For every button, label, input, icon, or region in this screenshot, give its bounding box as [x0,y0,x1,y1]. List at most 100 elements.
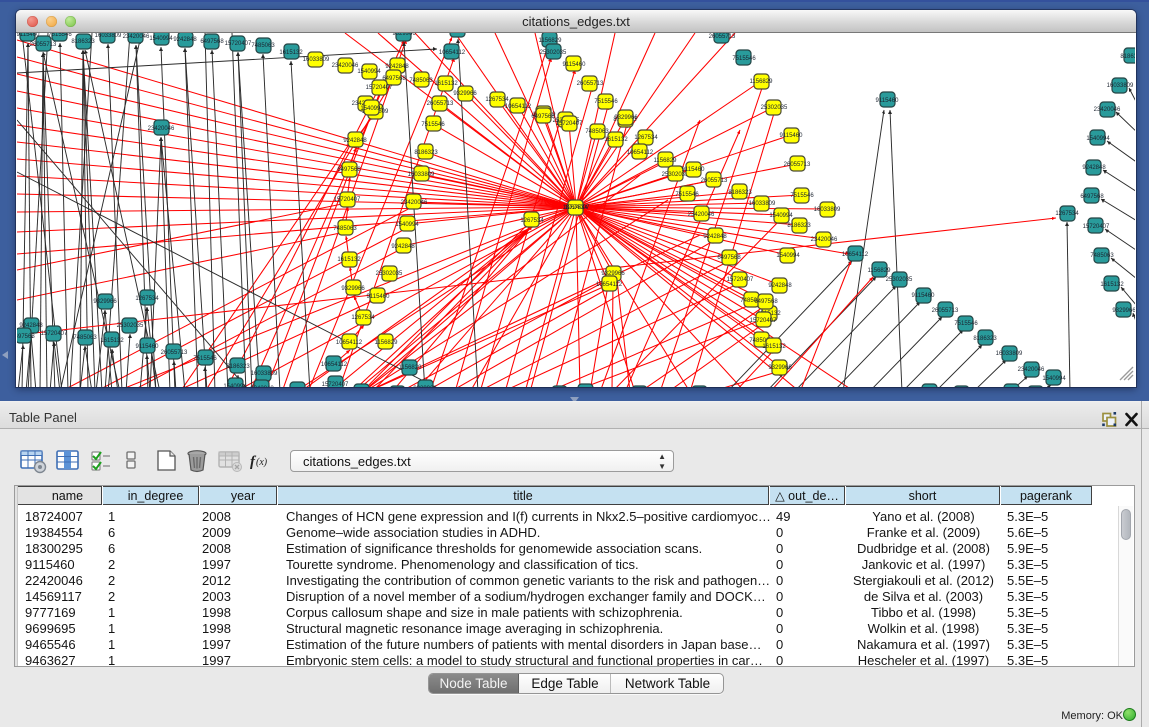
svg-text:16033809: 16033809 [251,371,278,377]
svg-text:1267534: 1267534 [446,33,470,34]
svg-text:16033809: 16033809 [996,351,1023,357]
svg-text:23420046: 23420046 [1094,107,1121,113]
svg-text:9115460: 9115460 [136,344,160,350]
svg-text:26055713: 26055713 [30,42,57,48]
svg-text:1156829: 1156829 [539,38,563,44]
svg-text:1267534: 1267534 [135,296,159,302]
svg-text:6497568: 6497568 [531,114,555,120]
svg-text:9329966: 9329966 [93,299,117,305]
svg-text:1540994: 1540994 [769,213,793,219]
svg-text:7515546: 7515546 [421,122,445,128]
svg-text:9115460: 9115460 [912,293,936,299]
svg-text:6497568: 6497568 [337,167,361,173]
svg-text:25302035: 25302035 [376,271,403,277]
svg-text:15720407: 15720407 [556,121,583,127]
svg-text:6497568: 6497568 [200,39,224,45]
svg-text:8186323: 8186323 [226,364,250,370]
svg-text:10654112: 10654112 [321,362,348,368]
svg-text:7485063: 7485063 [585,129,609,135]
svg-text:7515546: 7515546 [732,56,756,62]
svg-text:7515546: 7515546 [954,321,978,327]
svg-text:8186323: 8186323 [1120,54,1135,60]
svg-text:10654112: 10654112 [336,340,363,346]
svg-text:10654112: 10654112 [627,150,654,156]
svg-text:1540994: 1540994 [395,222,419,228]
svg-text:9115460: 9115460 [682,167,706,173]
svg-text:25302035: 25302035 [761,105,788,111]
svg-text:15720407: 15720407 [41,331,68,337]
svg-text:9329966: 9329966 [392,33,416,37]
svg-text:8186323: 8186323 [973,336,997,342]
svg-text:25302035: 25302035 [117,323,144,329]
svg-text:10654112: 10654112 [596,282,623,288]
svg-text:26055713: 26055713 [427,101,454,107]
svg-text:1615132: 1615132 [279,50,303,56]
svg-text:15720407: 15720407 [225,41,252,47]
svg-text:9329966: 9329966 [1112,308,1135,314]
svg-text:1267534: 1267534 [485,97,509,103]
svg-text:1615132: 1615132 [762,344,786,350]
svg-text:1540994: 1540994 [1086,136,1110,142]
svg-text:6497568: 6497568 [717,255,741,261]
svg-text:1156829: 1156829 [750,79,774,85]
svg-text:1615132: 1615132 [604,137,628,143]
svg-text:9115460: 9115460 [563,62,587,68]
svg-text:1267534: 1267534 [1055,211,1079,217]
svg-text:8186323: 8186323 [71,39,95,45]
svg-text:25302035: 25302035 [886,277,913,283]
svg-text:7485063: 7485063 [333,226,357,232]
svg-text:7485063: 7485063 [73,335,97,341]
svg-text:23420046: 23420046 [688,212,715,218]
svg-text:23420046: 23420046 [332,63,359,69]
svg-text:1615132: 1615132 [100,338,124,344]
svg-text:9242848: 9242848 [768,283,792,289]
svg-text:1540994: 1540994 [149,36,173,42]
svg-text:9242848: 9242848 [703,234,727,240]
svg-text:9115460: 9115460 [780,133,804,139]
svg-text:10654112: 10654112 [842,252,869,258]
svg-text:15720407: 15720407 [322,382,349,387]
svg-text:15720407: 15720407 [727,277,754,283]
svg-text:9242848: 9242848 [250,386,274,387]
svg-text:18724007: 18724007 [563,205,590,211]
svg-text:9329966: 9329966 [341,286,365,292]
svg-text:1540994: 1540994 [223,384,247,387]
svg-text:16033809: 16033809 [408,172,435,178]
svg-text:1156829: 1156829 [375,340,399,346]
svg-text:16033809: 16033809 [1107,83,1134,89]
svg-text:7515546: 7515546 [675,192,699,198]
svg-text:16033809: 16033809 [814,207,841,213]
svg-text:(x): (x) [256,457,268,468]
svg-text:9115460: 9115460 [876,98,900,104]
svg-text:7515546: 7515546 [790,193,814,199]
svg-text:1156829: 1156829 [654,158,678,164]
svg-text:9329966: 9329966 [768,365,792,371]
svg-text:15720407: 15720407 [1083,224,1110,230]
svg-text:8186323: 8186323 [728,190,752,196]
svg-text:26055713: 26055713 [709,34,736,40]
svg-text:9242848: 9242848 [1082,165,1106,171]
svg-text:15720407: 15720407 [750,318,777,324]
svg-text:1615132: 1615132 [434,81,458,87]
svg-text:1615132: 1615132 [1100,282,1124,288]
svg-text:9329966: 9329966 [413,386,437,387]
svg-text:8186323: 8186323 [787,223,811,229]
svg-text:1540994: 1540994 [360,106,384,112]
svg-text:7485063: 7485063 [251,43,275,49]
svg-text:26055713: 26055713 [701,178,728,184]
svg-text:25302035: 25302035 [540,50,567,56]
svg-text:16033809: 16033809 [303,57,330,63]
svg-text:23420046: 23420046 [401,200,428,206]
svg-text:7515546: 7515546 [193,356,217,362]
svg-text:9242848: 9242848 [343,138,367,144]
svg-text:1540994: 1540994 [357,69,381,75]
svg-text:9115460: 9115460 [367,294,391,300]
svg-text:1540994: 1540994 [1042,376,1066,382]
svg-text:23420046: 23420046 [148,126,175,132]
svg-text:16033809: 16033809 [95,33,122,39]
svg-text:26055713: 26055713 [784,162,811,168]
svg-text:15720407: 15720407 [366,85,393,91]
svg-text:9242848: 9242848 [385,64,409,70]
svg-text:23420046: 23420046 [123,34,150,40]
svg-text:9329966: 9329966 [453,91,477,97]
